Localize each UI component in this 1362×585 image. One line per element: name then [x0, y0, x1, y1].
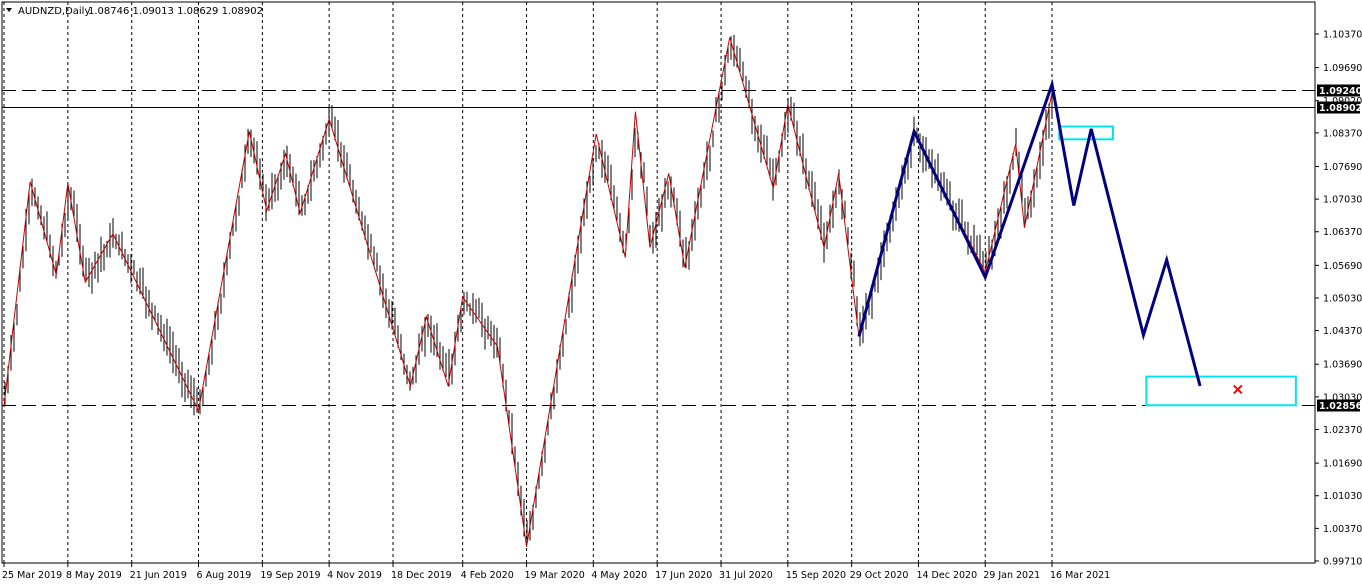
- y-tick-label: 1.07030: [1323, 195, 1362, 206]
- ohlc-readout: 1.08746 1.09013 1.08629 1.08902: [88, 6, 263, 17]
- x-tick-label: 4 May 2020: [591, 570, 647, 581]
- y-tick-label: 1.06370: [1323, 227, 1362, 238]
- x-tick-label: 6 Aug 2019: [197, 570, 252, 581]
- target-marker: [1233, 384, 1243, 395]
- x-tick-label: 25 Mar 2019: [2, 570, 62, 581]
- y-tick-label: 1.03690: [1323, 360, 1362, 371]
- price-tag-label: 1.02856: [1319, 401, 1362, 412]
- x-tick-label: 4 Feb 2020: [461, 570, 514, 581]
- x-tick-label: 15 Sep 2020: [786, 570, 846, 581]
- time-axis: 25 Mar 2019 8 May 2019 21 Jun 2019 6 Aug 20…: [2, 563, 1110, 581]
- y-tick-label: 1.09690: [1323, 63, 1362, 74]
- price-chart[interactable]: 1.103701.096901.090201.083701.076901.070…: [0, 0, 1362, 585]
- chart-header: AUDNZD,Daily 1.08746 1.09013 1.08629 1.0…: [6, 6, 263, 17]
- x-mark-icon: [1233, 384, 1243, 395]
- y-tick-label: 1.07690: [1323, 162, 1362, 173]
- x-tick-label: 29 Jan 2021: [983, 570, 1040, 581]
- x-tick-label: 21 Jun 2019: [130, 570, 187, 581]
- y-tick-label: 1.02370: [1323, 425, 1362, 436]
- x-tick-label: 19 Mar 2020: [525, 570, 585, 581]
- y-tick-label: 1.05030: [1323, 293, 1362, 304]
- price-tag-label: 1.09240: [1319, 86, 1362, 97]
- x-tick-label: 4 Nov 2019: [327, 570, 382, 581]
- zigzag-series: [3, 37, 1053, 547]
- y-tick-label: 1.00370: [1323, 524, 1362, 535]
- target-zone[interactable]: [1145, 375, 1297, 407]
- target-zones[interactable]: [1058, 125, 1297, 407]
- x-tick-label: 31 Jul 2020: [719, 570, 773, 581]
- y-tick-label: 1.04370: [1323, 326, 1362, 337]
- x-tick-label: 8 May 2019: [66, 570, 122, 581]
- projection-series[interactable]: [857, 78, 1202, 387]
- x-tick-label: 19 Sep 2019: [260, 570, 320, 581]
- triangle-down-icon[interactable]: [6, 8, 12, 12]
- candlestick-series: [4, 34, 1053, 543]
- vertical-grid: [3, 2, 1053, 563]
- y-tick-label: 1.08370: [1323, 128, 1362, 139]
- y-tick-label: 1.10370: [1323, 30, 1362, 41]
- target-zone[interactable]: [1058, 125, 1114, 141]
- x-tick-label: 17 Jun 2020: [655, 570, 712, 581]
- x-tick-label: 16 Mar 2021: [1050, 570, 1110, 581]
- x-tick-label: 14 Dec 2020: [916, 570, 977, 581]
- zigzag-line: [3, 37, 1053, 547]
- projection-line[interactable]: [857, 78, 1202, 387]
- price-tag-label: 1.08902: [1319, 103, 1362, 114]
- y-tick-label: 1.01030: [1323, 491, 1362, 502]
- x-tick-label: 29 Oct 2020: [850, 570, 909, 581]
- y-tick-label: 0.99710: [1323, 557, 1362, 568]
- x-tick-label: 18 Dec 2019: [391, 570, 452, 581]
- y-tick-label: 1.01690: [1323, 459, 1362, 470]
- symbol-label: AUDNZD,Daily: [18, 6, 90, 17]
- y-tick-label: 1.05690: [1323, 261, 1362, 272]
